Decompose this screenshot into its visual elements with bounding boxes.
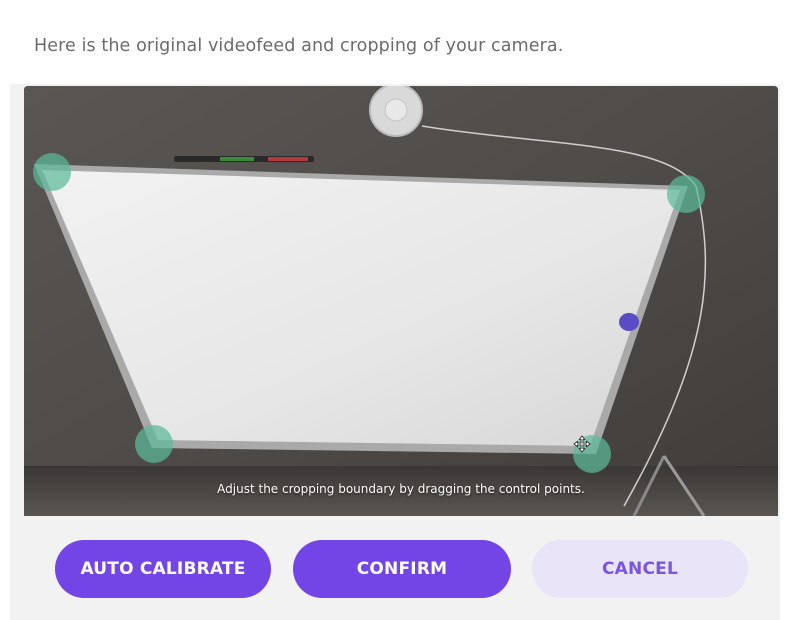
crop-handle-bottom-right[interactable] bbox=[573, 435, 611, 473]
intro-text: Here is the original videofeed and cropp… bbox=[34, 36, 564, 56]
auto-calibrate-button[interactable]: AUTO CALIBRATE bbox=[55, 540, 271, 598]
confirm-button[interactable]: CONFIRM bbox=[293, 540, 511, 598]
move-icon bbox=[573, 435, 591, 453]
cancel-button[interactable]: CANCEL bbox=[532, 540, 748, 598]
crop-handle-top-left[interactable] bbox=[33, 153, 71, 191]
crop-handle-bottom-left[interactable] bbox=[135, 425, 173, 463]
camera-video-feed: Adjust the cropping boundary by dragging… bbox=[24, 86, 778, 516]
crop-handle-top-right[interactable] bbox=[667, 175, 705, 213]
video-caption: Adjust the cropping boundary by dragging… bbox=[217, 482, 585, 496]
